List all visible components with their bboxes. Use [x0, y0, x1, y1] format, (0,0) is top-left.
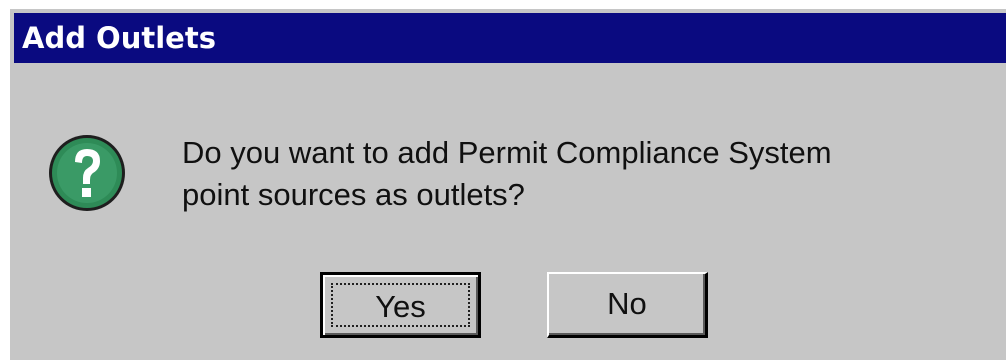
- no-button[interactable]: No: [547, 272, 708, 338]
- dialog-title: Add Outlets: [22, 21, 216, 55]
- no-button-label: No: [607, 286, 647, 321]
- message-line-1: Do you want to add Permit Compliance Sys…: [182, 135, 832, 170]
- message-line-2: point sources as outlets?: [182, 177, 525, 212]
- dialog-title-bar[interactable]: Add Outlets: [14, 13, 1006, 63]
- question-mark-icon: [46, 132, 128, 214]
- yes-button-label: Yes: [375, 289, 426, 324]
- yes-button[interactable]: Yes: [320, 272, 481, 338]
- focus-rectangle: Yes: [331, 283, 470, 327]
- dialog-message: Do you want to add Permit Compliance Sys…: [182, 132, 972, 216]
- add-outlets-dialog: Add Outlets Do you want to add Permit Co…: [10, 9, 1006, 360]
